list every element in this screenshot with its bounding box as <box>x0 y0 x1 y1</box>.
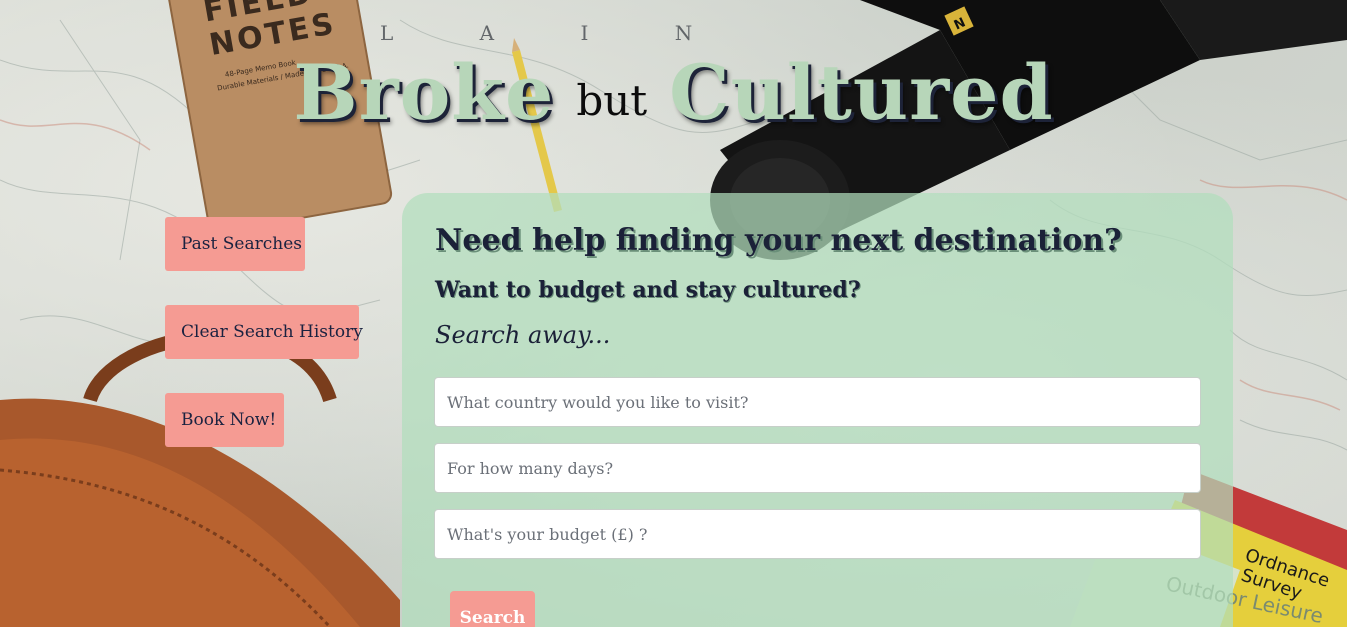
search-card: Need help finding your next destination?… <box>402 193 1233 627</box>
site-title: Broke but Cultured <box>0 48 1347 137</box>
country-input[interactable] <box>434 377 1201 427</box>
title-word-but: but <box>576 76 648 125</box>
travel-bag <box>0 328 400 627</box>
book-now-button[interactable]: Book Now! <box>165 393 284 447</box>
card-heading: Need help finding your next destination? <box>435 223 1122 258</box>
title-word-cultured: Cultured <box>669 48 1054 137</box>
title-word-broke: Broke <box>293 48 555 137</box>
past-searches-button[interactable]: Past Searches <box>165 217 305 271</box>
search-button[interactable]: Search <box>450 591 535 627</box>
card-subheading: Want to budget and stay cultured? <box>435 277 861 303</box>
days-input[interactable] <box>434 443 1201 493</box>
budget-input[interactable] <box>434 509 1201 559</box>
map-letters-text: L A I N <box>380 21 732 45</box>
clear-search-history-button[interactable]: Clear Search History <box>165 305 363 359</box>
card-tagline: Search away... <box>435 321 611 349</box>
